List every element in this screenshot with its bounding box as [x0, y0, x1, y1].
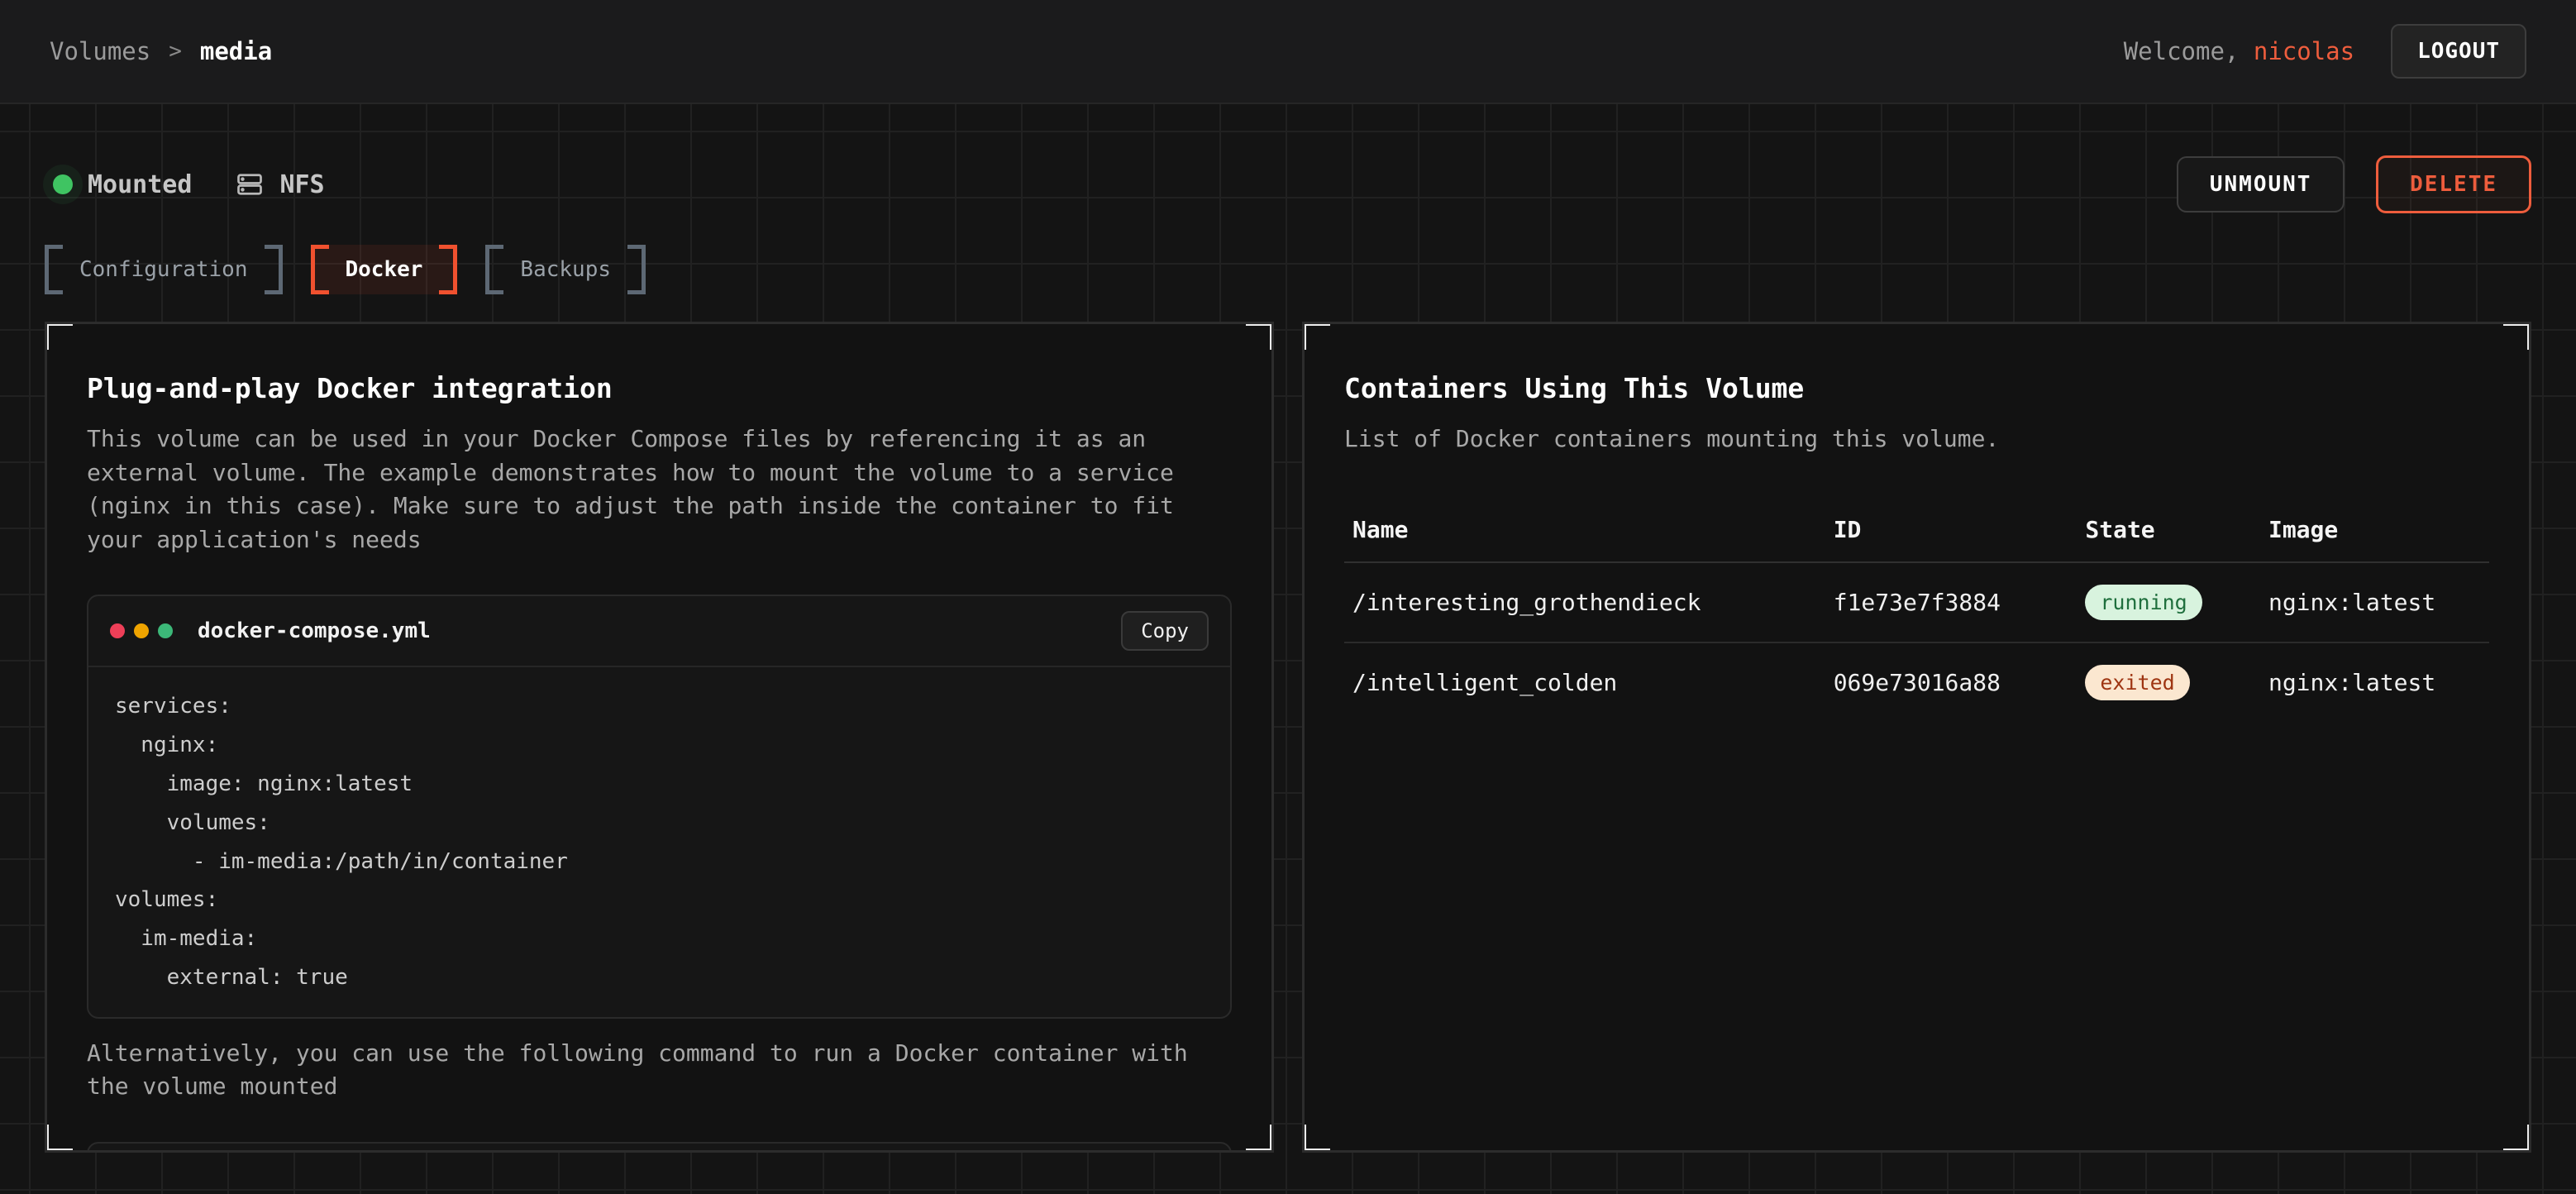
- corner-bracket-icon: [45, 1125, 73, 1153]
- containers-panel-title: Containers Using This Volume: [1344, 372, 2489, 404]
- container-name: /intelligent_colden: [1344, 669, 1825, 696]
- delete-button[interactable]: DELETE: [2376, 155, 2531, 213]
- logout-button[interactable]: LOGOUT: [2391, 24, 2526, 79]
- table-row: /interesting_grothendieck f1e73e7f3884 r…: [1344, 563, 2489, 643]
- containers-table-header: Name ID State Image: [1344, 504, 2489, 563]
- compose-code-content: services: nginx: image: nginx:latest vol…: [88, 667, 1230, 1016]
- mounted-status-dot: [53, 174, 73, 194]
- compose-code-block: docker-compose.yml Copy services: nginx:…: [87, 595, 1232, 1018]
- compose-filename: docker-compose.yml: [198, 618, 431, 643]
- container-state: running: [2077, 585, 2260, 620]
- container-image: nginx:latest: [2260, 589, 2489, 616]
- cli-intro-text: Alternatively, you can use the following…: [87, 1037, 1232, 1104]
- column-header-name: Name: [1344, 516, 1825, 543]
- window-dots-icon: [110, 623, 173, 638]
- container-state: exited: [2077, 665, 2260, 700]
- corner-bracket-icon: [1302, 1125, 1330, 1153]
- tab-backups[interactable]: Backups: [485, 245, 646, 294]
- unmount-button[interactable]: UNMOUNT: [2177, 156, 2345, 213]
- main-content: Mounted NFS UNMOUNT DELETE Configuration: [0, 104, 2576, 1194]
- corner-bracket-icon: [2503, 1125, 2531, 1153]
- corner-bracket-icon: [1246, 322, 1274, 350]
- welcome-text: Welcome, nicolas: [2124, 37, 2354, 65]
- column-header-image: Image: [2260, 516, 2489, 543]
- mounted-status: Mounted: [53, 170, 192, 199]
- table-row: /intelligent_colden 069e73016a88 exited …: [1344, 643, 2489, 722]
- mounted-status-label: Mounted: [88, 170, 192, 199]
- tab-docker[interactable]: Docker: [311, 245, 458, 294]
- column-header-state: State: [2077, 516, 2260, 543]
- containers-table: Name ID State Image /interesting_grothen…: [1344, 504, 2489, 722]
- topbar-right: Welcome, nicolas LOGOUT: [2124, 24, 2526, 79]
- cli-code-block: CLI one-liner Copy docker run -v im-medi…: [87, 1142, 1232, 1153]
- welcome-prefix: Welcome,: [2124, 37, 2254, 65]
- container-id: 069e73016a88: [1825, 669, 2077, 696]
- status-badge: running: [2085, 585, 2202, 620]
- container-image: nginx:latest: [2260, 669, 2489, 696]
- docker-panel-title: Plug-and-play Docker integration: [87, 372, 1232, 404]
- window-dot-green-icon: [158, 623, 173, 638]
- breadcrumb-current-volume: media: [200, 37, 272, 65]
- breadcrumb-volumes-link[interactable]: Volumes: [50, 37, 150, 65]
- column-header-id: ID: [1825, 516, 2077, 543]
- tab-configuration[interactable]: Configuration: [45, 245, 283, 294]
- topbar: Volumes > media Welcome, nicolas LOGOUT: [0, 0, 2576, 104]
- status-badge: exited: [2085, 665, 2189, 700]
- containers-panel-description: List of Docker containers mounting this …: [1344, 423, 2489, 456]
- panels: Plug-and-play Docker integration This vo…: [45, 322, 2531, 1153]
- docker-integration-panel: Plug-and-play Docker integration This vo…: [45, 322, 1274, 1153]
- containers-panel: Containers Using This Volume List of Doc…: [1302, 322, 2531, 1153]
- tabs: Configuration Docker Backups: [45, 245, 2531, 294]
- breadcrumb-separator: >: [169, 39, 182, 64]
- cli-code-header: CLI one-liner Copy: [88, 1144, 1230, 1153]
- compose-copy-button[interactable]: Copy: [1121, 611, 1209, 651]
- window-dot-red-icon: [110, 623, 125, 638]
- corner-bracket-icon: [1246, 1125, 1274, 1153]
- corner-bracket-icon: [1302, 322, 1330, 350]
- corner-bracket-icon: [45, 322, 73, 350]
- volume-status-group: Mounted NFS: [45, 170, 325, 199]
- username: nicolas: [2254, 37, 2354, 65]
- status-row: Mounted NFS UNMOUNT DELETE: [45, 155, 2531, 213]
- corner-bracket-icon: [2503, 322, 2531, 350]
- volume-actions: UNMOUNT DELETE: [2177, 155, 2531, 213]
- container-id: f1e73e7f3884: [1825, 589, 2077, 616]
- server-stack-icon: [235, 170, 265, 199]
- compose-code-header: docker-compose.yml Copy: [88, 596, 1230, 667]
- docker-panel-description: This volume can be used in your Docker C…: [87, 423, 1232, 556]
- driver-label: NFS: [279, 170, 324, 199]
- driver-status: NFS: [235, 170, 324, 199]
- container-name: /interesting_grothendieck: [1344, 589, 1825, 616]
- window-dot-yellow-icon: [134, 623, 149, 638]
- breadcrumb: Volumes > media: [50, 37, 272, 65]
